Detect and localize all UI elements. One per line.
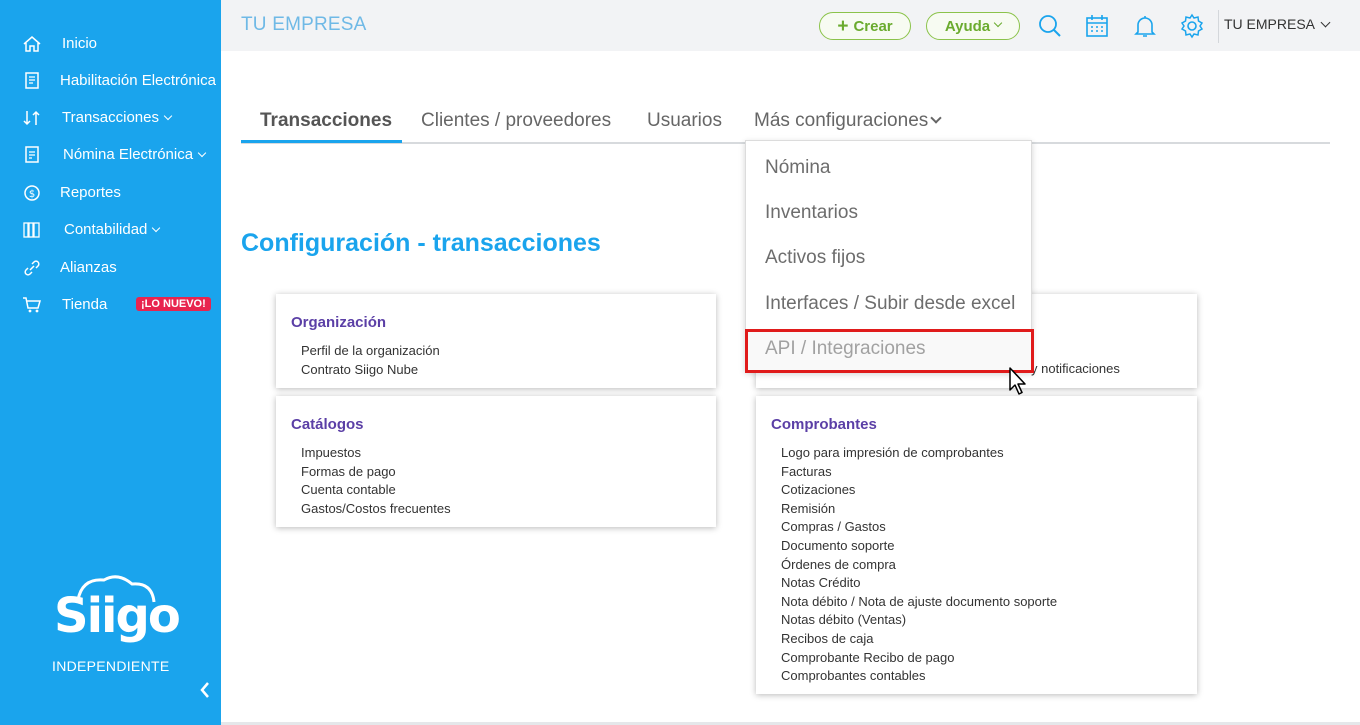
tab-transacciones[interactable]: Transacciones	[260, 110, 392, 132]
link-icon	[24, 260, 40, 276]
card-links: Perfil de la organización Contrato Siigo…	[301, 342, 440, 379]
menu-item-interfaces[interactable]: Interfaces / Subir desde excel	[765, 293, 1015, 315]
user-menu[interactable]: TU EMPRESA	[1224, 16, 1331, 32]
sidebar-item-alianzas[interactable]: Alianzas	[0, 251, 221, 285]
books-icon	[23, 222, 40, 238]
link-compras-gastos[interactable]: Compras / Gastos	[781, 518, 1057, 537]
sidebar-item-label: Contabilidad	[64, 221, 148, 238]
link-contrato-siigo-nube[interactable]: Contrato Siigo Nube	[301, 361, 440, 380]
sidebar-item-label: Nómina Electrónica	[63, 146, 194, 163]
chevron-down-icon	[993, 18, 1003, 28]
transactions-icon	[23, 110, 40, 126]
sidebar: Inicio Habilitación Electrónica Transacc…	[0, 0, 221, 725]
divider	[1218, 10, 1219, 43]
link-comprobantes-contables[interactable]: Comprobantes contables	[781, 667, 1057, 686]
search-icon[interactable]	[1037, 13, 1063, 39]
menu-item-nomina[interactable]: Nómina	[765, 157, 830, 179]
card-catalogos: Catálogos Impuestos Formas de pago Cuent…	[276, 396, 716, 527]
link-gastos-costos-frecuentes[interactable]: Gastos/Costos frecuentes	[301, 500, 451, 519]
gear-icon[interactable]	[1179, 13, 1205, 39]
sidebar-item-label: Inicio	[62, 35, 98, 52]
card-links: Logo para impresión de comprobantes Fact…	[781, 444, 1057, 686]
link-perfil-organizacion[interactable]: Perfil de la organización	[301, 342, 440, 361]
link-notas-debito-ventas[interactable]: Notas débito (Ventas)	[781, 611, 1057, 630]
document-icon	[25, 72, 39, 89]
sidebar-item-reportes[interactable]: $ Reportes	[0, 176, 221, 210]
chevron-down-icon	[930, 112, 942, 124]
link-logo-impresion[interactable]: Logo para impresión de comprobantes	[781, 444, 1057, 463]
card-title: Catálogos	[291, 416, 364, 433]
link-nota-debito-ajuste[interactable]: Nota débito / Nota de ajuste documento s…	[781, 593, 1057, 612]
menu-item-activos-fijos[interactable]: Activos fijos	[765, 247, 865, 269]
page-title: Configuración - transacciones	[241, 229, 601, 257]
sidebar-item-tienda[interactable]: Tienda ¡LO NUEVO!	[0, 288, 221, 322]
help-button-label: Ayuda	[944, 17, 991, 35]
highlight-box	[745, 329, 1034, 373]
money-icon: $	[24, 185, 40, 201]
sidebar-item-inicio[interactable]: Inicio	[0, 27, 221, 61]
link-impuestos[interactable]: Impuestos	[301, 444, 451, 463]
payroll-icon	[25, 146, 39, 163]
home-icon	[23, 36, 41, 52]
bell-icon[interactable]	[1132, 13, 1158, 39]
mouse-cursor-icon	[1009, 367, 1026, 395]
company-title: TU EMPRESA	[241, 14, 367, 35]
tab-label: Más configuraciones	[754, 110, 929, 131]
card-organizacion: Organización Perfil de la organización C…	[276, 294, 716, 388]
card-title: Organización	[291, 314, 387, 331]
menu-item-inventarios[interactable]: Inventarios	[765, 202, 858, 224]
link-remision[interactable]: Remisión	[781, 500, 1057, 519]
active-tab-indicator	[241, 140, 402, 143]
create-button[interactable]: + Crear	[819, 12, 911, 40]
chevron-down-icon	[197, 148, 207, 158]
settings-tabs: Transacciones Clientes / proveedores Usu…	[241, 100, 1330, 144]
new-badge: ¡LO NUEVO!	[136, 297, 211, 311]
svg-text:$: $	[29, 189, 35, 200]
topbar: TU EMPRESA + Crear Ayuda TU EMPRESA	[221, 0, 1360, 51]
user-menu-label: TU EMPRESA	[1224, 16, 1316, 32]
cart-icon	[23, 297, 41, 313]
sidebar-item-label: Reportes	[60, 184, 121, 201]
link-cuenta-contable[interactable]: Cuenta contable	[301, 481, 451, 500]
card-comprobantes: Comprobantes Logo para impresión de comp…	[756, 396, 1197, 694]
chevron-down-icon	[163, 111, 173, 121]
chevron-left-icon[interactable]	[196, 680, 216, 700]
link-ordenes-de-compra[interactable]: Órdenes de compra	[781, 556, 1057, 575]
sidebar-item-contabilidad[interactable]: Contabilidad	[0, 213, 221, 247]
sidebar-item-nomina[interactable]: Nómina Electrónica	[0, 138, 221, 172]
card-links: Impuestos Formas de pago Cuenta contable…	[301, 444, 451, 518]
card-title: Comprobantes	[771, 416, 877, 433]
link-cotizaciones[interactable]: Cotizaciones	[781, 481, 1057, 500]
tab-usuarios[interactable]: Usuarios	[647, 110, 722, 132]
sidebar-item-label: Tienda	[62, 296, 108, 313]
chevron-down-icon	[1320, 17, 1331, 28]
help-button[interactable]: Ayuda	[926, 12, 1020, 40]
link-formas-de-pago[interactable]: Formas de pago	[301, 463, 451, 482]
create-button-label: Crear	[853, 17, 893, 35]
chevron-down-icon	[152, 223, 161, 233]
link-facturas[interactable]: Facturas	[781, 463, 1057, 482]
sidebar-item-label: Transacciones	[62, 109, 159, 126]
sidebar-item-label: Habilitación Electrónica	[60, 72, 216, 89]
link-notificaciones[interactable]: y notificaciones	[1031, 361, 1120, 376]
siigo-logo: Siigo INDEPENDIENTE	[40, 570, 181, 680]
link-comprobante-recibo-pago[interactable]: Comprobante Recibo de pago	[781, 649, 1057, 668]
tab-mas-configuraciones[interactable]: Más configuraciones	[754, 110, 942, 132]
sidebar-item-habilitacion[interactable]: Habilitación Electrónica	[0, 64, 221, 98]
app-window: Inicio Habilitación Electrónica Transacc…	[0, 0, 1360, 725]
sidebar-item-transacciones[interactable]: Transacciones	[0, 101, 221, 135]
plus-icon: +	[837, 15, 849, 37]
link-documento-soporte[interactable]: Documento soporte	[781, 537, 1057, 556]
link-recibos-de-caja[interactable]: Recibos de caja	[781, 630, 1057, 649]
calendar-icon[interactable]	[1084, 13, 1110, 39]
sidebar-item-label: Alianzas	[60, 259, 117, 276]
link-notas-credito[interactable]: Notas Crédito	[781, 574, 1057, 593]
logo-subtitle: INDEPENDIENTE	[52, 658, 170, 674]
logo-text: Siigo	[54, 588, 181, 644]
tab-clientes-proveedores[interactable]: Clientes / proveedores	[421, 110, 611, 132]
